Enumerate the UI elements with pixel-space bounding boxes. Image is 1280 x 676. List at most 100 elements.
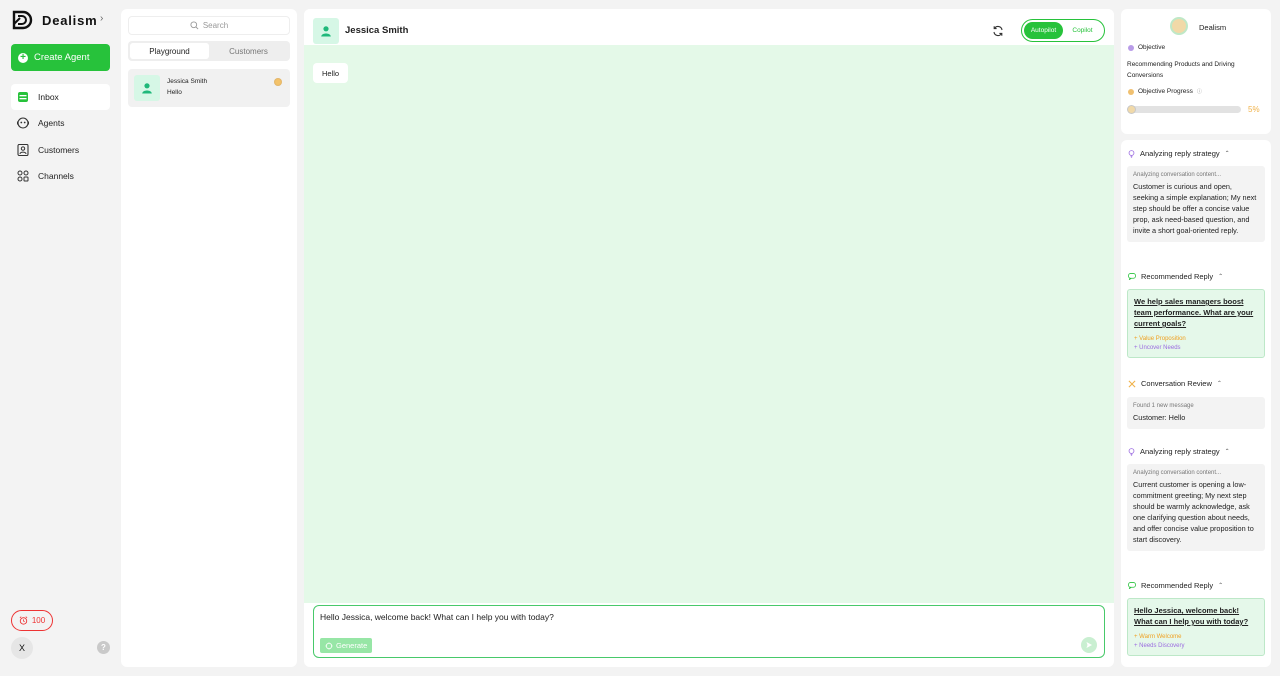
analysis-text: Customer is curious and open, seeking a … [1133,182,1257,235]
objective-progress-label: Objective Progress ⓘ [1128,88,1202,95]
recommended-reply-box[interactable]: We help sales managers boost team perfor… [1127,289,1265,358]
contact-icon [17,144,29,156]
section-title: Conversation Review [1141,379,1212,388]
generate-button[interactable]: Generate [320,638,372,653]
agent-icon [17,117,29,129]
user-avatar[interactable]: X [11,637,33,659]
section-header-recommended[interactable]: Recommended Reply ⌃ [1128,581,1223,590]
section-title: Analyzing reply strategy [1140,149,1220,158]
credits-badge[interactable]: 100 [11,610,53,631]
mode-autopilot[interactable]: Autopilot [1024,22,1063,39]
agent-name: Dealism [1199,23,1227,32]
dealism-logo-icon [12,10,33,30]
list-tabs: Playground Customers [128,41,290,61]
person-icon [142,83,152,94]
tag-label: Uncover Needs [1139,345,1181,351]
review-box: Found 1 new message Customer: Hello [1127,397,1265,429]
agent-card: Dealism Objective Recommending Products … [1121,9,1271,134]
recommended-reply-box[interactable]: Hello Jessica, welcome back! What can I … [1127,598,1265,656]
chat-bubble-icon [1128,582,1136,589]
conversation-preview: Hello [167,89,182,96]
recommended-reply-text[interactable]: Hello Jessica, welcome back! What can I … [1134,605,1258,627]
progress-bar [1128,106,1241,113]
section-title: Recommended Reply [1141,581,1214,590]
progress-avatar-knob [1127,105,1136,114]
nav-item-agents[interactable]: Agents [11,110,110,136]
section-header-analyzing[interactable]: Analyzing reply strategy ⌃ [1128,447,1230,456]
lightbulb-icon [1128,447,1135,456]
nav-label: Inbox [38,92,59,102]
agent-avatar[interactable] [1170,17,1188,35]
mode-copilot[interactable]: Copilot [1063,22,1102,39]
lightbulb-icon [1128,149,1135,158]
composer-text[interactable]: Hello Jessica, welcome back! What can I … [320,612,554,622]
chevron-up-icon[interactable]: ⌃ [1225,448,1230,455]
review-text: Customer: Hello [1133,413,1186,422]
credits-value: 100 [31,616,46,625]
analysis-text: Current customer is opening a low-commit… [1133,480,1254,544]
chevron-up-icon[interactable]: ⌃ [1225,150,1230,157]
section-header-review[interactable]: Conversation Review ⌃ [1128,379,1222,388]
channels-icon [17,170,29,182]
nav-item-inbox[interactable]: Inbox [11,84,110,110]
chat-panel: Jessica Smith Autopilot Copilot Hello He… [304,9,1114,667]
reply-tag: + Uncover Needs [1134,345,1181,351]
chevron-up-icon[interactable]: ⌃ [1218,273,1223,280]
objective-icon [1128,44,1134,51]
conversation-item[interactable]: Jessica Smith Hello [128,69,290,107]
contact-name: Jessica Smith [345,25,409,36]
nav-label: Channels [38,171,74,181]
nav-item-customers[interactable]: Customers [11,137,110,163]
create-agent-label: Create Agent [34,52,90,63]
review-icon [1128,380,1136,387]
tab-playground[interactable]: Playground [130,43,209,59]
app-name: Dealism [42,12,98,28]
help-icon[interactable]: ? [97,641,110,654]
message-composer[interactable]: Hello Jessica, welcome back! What can I … [313,605,1105,658]
search-placeholder: Search [202,21,229,30]
conversation-name: Jessica Smith [167,78,208,85]
chat-header: Jessica Smith Autopilot Copilot [304,9,1114,45]
contact-avatar [134,75,160,101]
person-icon [321,26,331,37]
inbox-icon [17,91,29,103]
send-icon [1086,642,1092,648]
chevron-up-icon[interactable]: ⌃ [1217,380,1222,387]
refresh-icon[interactable] [992,25,1004,37]
chevron-up-icon[interactable]: ⌃ [1218,582,1223,589]
section-header-analyzing[interactable]: Analyzing reply strategy ⌃ [1128,149,1230,158]
objective-label-text: Objective [1138,44,1166,51]
logo[interactable]: Dealism [12,10,97,30]
analysis-box: Analyzing conversation content... Curren… [1127,464,1265,551]
analysis-box: Analyzing conversation content... Custom… [1127,166,1265,242]
left-nav: Dealism › + Create Agent Inbox Agents Cu… [0,0,118,676]
search-icon [190,21,199,30]
mode-toggle: Autopilot Copilot [1021,19,1105,42]
nav-item-channels[interactable]: Channels [11,163,110,189]
send-button[interactable] [1081,637,1097,653]
create-agent-button[interactable]: + Create Agent [11,44,110,71]
agent-avatar-badge [274,78,282,86]
section-title: Recommended Reply [1141,272,1214,281]
analysis-status: Analyzing conversation content... [1133,470,1222,476]
agent-log-panel: Analyzing reply strategy ⌃ Analyzing con… [1121,140,1271,667]
info-icon[interactable]: ⓘ [1197,88,1202,95]
search-input[interactable]: Search [128,16,290,35]
tag-label: Value Proposition [1139,336,1186,342]
message-area: Hello [304,45,1114,603]
progress-icon [1128,88,1134,95]
reply-tag: + Warm Welcome [1134,634,1182,640]
nav-label: Agents [38,118,65,128]
collapse-chevron-icon[interactable]: › [100,13,103,24]
chat-bubble-icon [1128,273,1136,280]
conversation-list-panel: Search Playground Customers Jessica Smit… [121,9,297,667]
recommended-reply-text[interactable]: We help sales managers boost team perfor… [1134,296,1258,329]
tab-customers[interactable]: Customers [209,43,288,59]
review-status: Found 1 new message [1133,403,1194,409]
reply-tag: + Needs Discovery [1134,643,1185,649]
generate-label: Generate [336,641,368,650]
section-header-recommended[interactable]: Recommended Reply ⌃ [1128,272,1223,281]
reply-tag: + Value Proposition [1134,336,1186,342]
section-title: Analyzing reply strategy [1140,447,1220,456]
objective-text: Recommending Products and Driving Conver… [1127,61,1235,79]
